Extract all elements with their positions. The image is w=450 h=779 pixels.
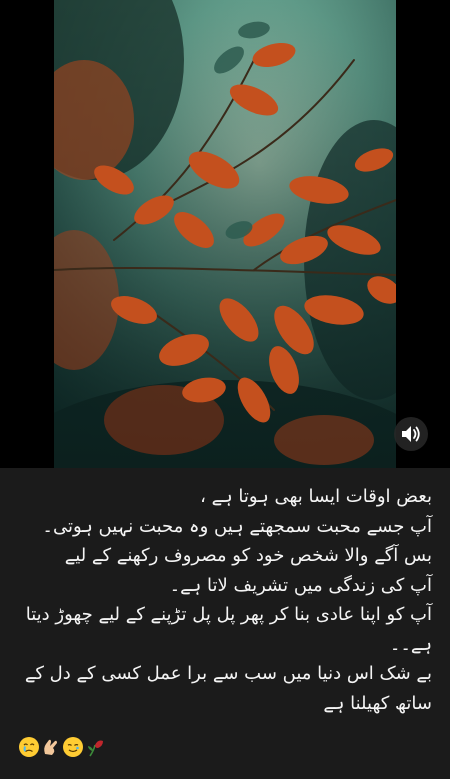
caption-text: بعض اوقات ایسا بھی ہوتا ہے ، آپ جسے محبت… bbox=[18, 482, 432, 718]
media-area bbox=[0, 0, 450, 468]
crying-face-emoji bbox=[18, 736, 40, 758]
caption-line: ساتھ کھیلنا ہے bbox=[323, 692, 432, 714]
pinching-hand-emoji bbox=[40, 736, 62, 758]
smiling-face-with-tear-emoji bbox=[62, 736, 84, 758]
caption-line: بعض اوقات ایسا بھی ہوتا ہے ، bbox=[200, 486, 432, 507]
caption-line: آپ کو اپنا عادی بنا کر پھر پل پل تڑپنے ک… bbox=[25, 604, 432, 625]
caption-line: بے شک اس دنیا میں سب سے برا عمل کسی کے د… bbox=[24, 663, 432, 684]
wilted-rose-emoji bbox=[84, 736, 106, 758]
post-caption: بعض اوقات ایسا بھی ہوتا ہے ، آپ جسے محبت… bbox=[0, 468, 450, 779]
speaker-icon bbox=[402, 426, 420, 442]
emoji-row bbox=[18, 732, 106, 762]
video-player[interactable] bbox=[54, 0, 396, 468]
caption-line: بس آگے والا شخص خود کو مصروف رکھنے کے لی… bbox=[64, 545, 432, 566]
caption-line: آپ کی زندگی میں تشریف لاتا ہے۔ bbox=[169, 574, 432, 596]
caption-line: ہے۔۔ bbox=[389, 633, 432, 655]
caption-line: آپ جسے محبت سمجھتے ہیں وہ محبت نہیں ہوتی… bbox=[42, 515, 432, 537]
sound-toggle-button[interactable] bbox=[394, 417, 428, 451]
video-frame-autumn-leaves bbox=[54, 0, 396, 468]
